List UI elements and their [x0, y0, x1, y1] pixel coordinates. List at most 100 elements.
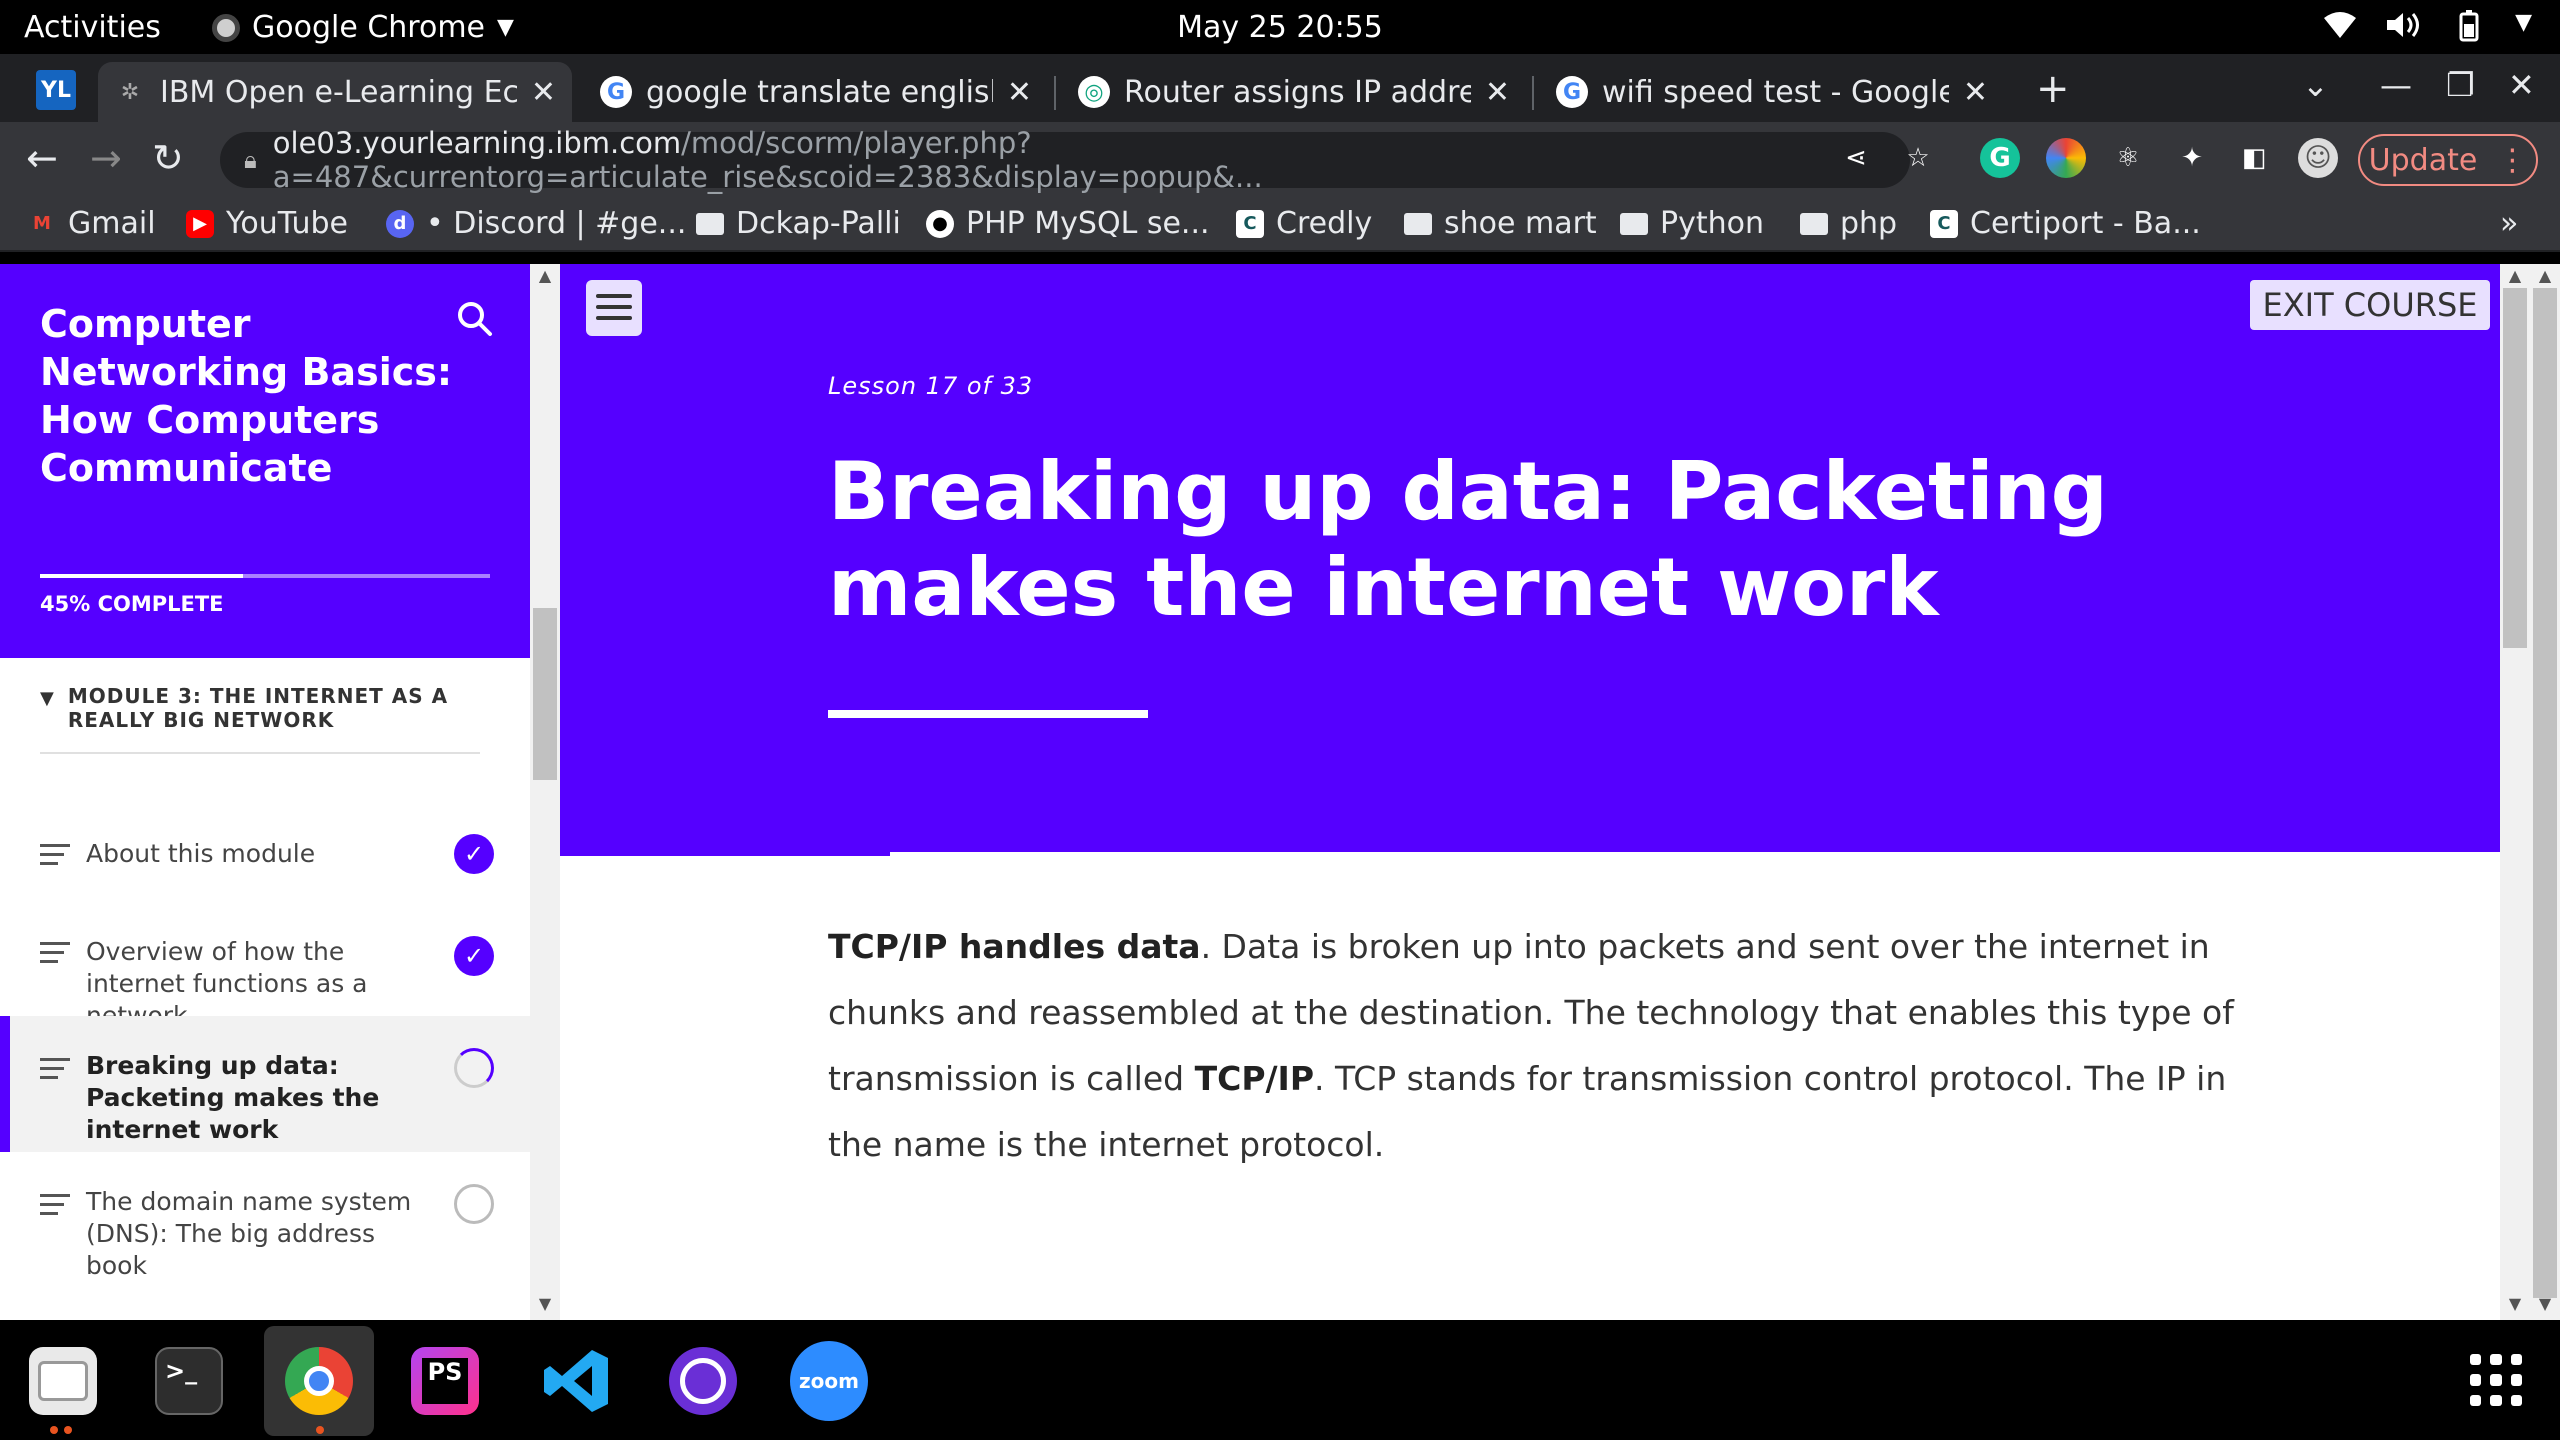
scrollbar-thumb[interactable] — [2533, 288, 2557, 1298]
bookmark-shoe-mart[interactable]: shoe mart — [1404, 206, 1597, 241]
page-scrollbar[interactable]: ▲ ▼ — [2530, 264, 2560, 1320]
close-icon[interactable]: ✕ — [1007, 75, 1032, 110]
files-app[interactable] — [24, 1342, 102, 1420]
profile-avatar[interactable]: ☺ — [2298, 138, 2338, 178]
chrome-app[interactable] — [264, 1326, 374, 1436]
google-icon: G — [1556, 76, 1588, 108]
lesson-hero: EXIT COURSE Lesson 17 of 33 Breaking up … — [560, 264, 2500, 852]
lesson-counter: Lesson 17 of 33 — [828, 372, 1034, 400]
bookmark-python[interactable]: Python — [1620, 206, 1764, 241]
tab-label: wifi speed test - Google S — [1602, 74, 1949, 110]
running-indicator — [64, 1426, 72, 1434]
scrollbar-thumb[interactable] — [2503, 288, 2527, 648]
close-icon[interactable]: ✕ — [1485, 75, 1510, 110]
scrollbar-thumb[interactable] — [533, 608, 557, 780]
vscode-icon — [544, 1350, 608, 1412]
lesson-item-breaking-up-data[interactable]: Breaking up data: Packeting makes the in… — [0, 1016, 530, 1152]
bookmark-php-mysql[interactable]: ● PHP MySQL se... — [926, 206, 1210, 241]
bookmark-dckap-palli[interactable]: Dckap-Palli — [696, 206, 901, 241]
share-icon[interactable]: ⋖ — [1836, 138, 1876, 178]
tab-google-translate[interactable]: G google translate english t ✕ — [584, 62, 1048, 122]
caret-down-icon: ▼ — [40, 688, 54, 709]
lesson-label: Breaking up data: Packeting makes the in… — [86, 1051, 380, 1144]
address-bar[interactable]: 🔒︎ ole03.yourlearning.ibm.com/mod/scorm/… — [220, 126, 1910, 194]
terminal-icon: >_ — [155, 1347, 223, 1415]
scroll-down-icon[interactable]: ▼ — [2500, 1294, 2530, 1313]
yourlearning-icon[interactable]: YL — [36, 70, 76, 110]
scroll-down-icon[interactable]: ▼ — [2530, 1294, 2560, 1313]
bookmark-gmail[interactable]: M Gmail — [28, 206, 156, 241]
battery-icon — [2459, 10, 2479, 42]
activities-button[interactable]: Activities — [24, 10, 161, 45]
scroll-up-icon[interactable]: ▲ — [2530, 266, 2560, 285]
side-panel-icon[interactable]: ◧ — [2234, 138, 2274, 178]
forward-icon[interactable]: → — [90, 136, 122, 180]
course-progress-fill — [40, 574, 243, 578]
scroll-up-icon[interactable]: ▲ — [530, 266, 560, 285]
screen-recorder-app[interactable] — [664, 1342, 742, 1420]
update-button[interactable]: Update ⋮ — [2358, 134, 2538, 186]
grammarly-icon[interactable]: G — [1980, 138, 2020, 178]
minimize-icon[interactable]: — — [2380, 66, 2412, 104]
medium-icon: ● — [926, 209, 954, 238]
system-tray[interactable]: ▼ — [2323, 10, 2532, 42]
bookmark-certiport[interactable]: C Certiport - Ba... — [1930, 206, 2201, 241]
lesson-label: The domain name system (DNS): The big ad… — [86, 1187, 412, 1280]
phpstorm-app[interactable]: PS — [406, 1342, 484, 1420]
chrome-icon — [285, 1347, 353, 1415]
close-window-icon[interactable]: ✕ — [2508, 66, 2535, 104]
tab-search-chevron-icon[interactable]: ⌄ — [2302, 66, 2329, 104]
vscode-app[interactable] — [538, 1342, 616, 1420]
back-icon[interactable]: ← — [26, 136, 58, 180]
folder-icon — [696, 212, 724, 235]
react-devtools-icon[interactable]: ⚛ — [2108, 138, 2148, 178]
wifi-icon — [2324, 12, 2357, 38]
bookmark-php[interactable]: php — [1800, 206, 1897, 241]
lesson-item-overview[interactable]: Overview of how the internet functions a… — [0, 906, 530, 1030]
browser-tab-strip: YL ✲ IBM Open e-Learning Eco ✕ G google … — [0, 54, 2560, 122]
ibm-tab-icon: ✲ — [120, 79, 140, 105]
show-apps-grid-icon[interactable] — [2470, 1354, 2522, 1406]
tab-ibm-elearning[interactable]: ✲ IBM Open e-Learning Eco ✕ — [98, 62, 572, 122]
lesson-item-dns[interactable]: The domain name system (DNS): The big ad… — [0, 1152, 530, 1288]
tab-router-ip[interactable]: ◎ Router assigns IP address ✕ — [1062, 62, 1526, 122]
chevron-down-icon: ▼ — [497, 15, 514, 40]
close-icon[interactable]: ✕ — [1963, 75, 1988, 110]
close-icon[interactable]: ✕ — [531, 75, 556, 110]
app-menu[interactable]: Google Chrome ▼ — [212, 10, 514, 45]
scroll-down-icon[interactable]: ▼ — [530, 1294, 560, 1313]
reload-icon[interactable]: ↻ — [152, 136, 184, 180]
zoom-app[interactable]: zoom — [790, 1341, 868, 1421]
bookmark-star-icon[interactable]: ☆ — [1898, 138, 1938, 178]
zoom-icon: zoom — [790, 1341, 868, 1421]
lesson-text-icon — [40, 838, 70, 871]
tab-wifi-speed-test[interactable]: G wifi speed test - Google S ✕ — [1540, 62, 2004, 122]
app-name: Google Chrome — [252, 10, 485, 45]
extensions-icon[interactable]: ✦ — [2172, 138, 2212, 178]
exit-course-button[interactable]: EXIT COURSE — [2250, 280, 2490, 330]
phpstorm-label: PS — [422, 1358, 468, 1404]
scroll-up-icon[interactable]: ▲ — [2500, 266, 2530, 285]
sidebar-header: Computer Networking Basics: How Computer… — [0, 264, 530, 658]
check-icon: ✓ — [454, 834, 494, 874]
lesson-text-icon — [40, 936, 70, 969]
bookmark-label: Python — [1660, 206, 1764, 241]
bold-text: TCP/IP handles data — [828, 927, 1201, 966]
course-title: Computer Networking Basics: How Computer… — [40, 302, 453, 490]
bookmark-credly[interactable]: C Credly — [1236, 206, 1372, 241]
bookmark-discord[interactable]: d • Discord | #ge... — [386, 206, 686, 241]
new-tab-button[interactable]: + — [2036, 66, 2070, 112]
lesson-scrollbar[interactable]: ▲ ▼ — [2500, 264, 2530, 1320]
bookmark-youtube[interactable]: ▶ YouTube — [186, 206, 348, 241]
lesson-item-about-module[interactable]: About this module ✓ — [0, 802, 530, 906]
hamburger-menu-icon[interactable] — [586, 280, 642, 336]
color-picker-icon[interactable] — [2046, 138, 2086, 178]
terminal-app[interactable]: >_ — [150, 1342, 228, 1420]
restore-icon[interactable]: ❐ — [2446, 66, 2475, 104]
sidebar-scrollbar[interactable]: ▲ ▼ — [530, 264, 560, 1320]
youtube-icon: ▶ — [186, 209, 214, 238]
more-bookmarks-icon[interactable]: » — [2500, 206, 2518, 241]
search-icon[interactable] — [454, 298, 494, 338]
module-header[interactable]: ▼ MODULE 3: THE INTERNET AS A REALLY BIG… — [40, 684, 480, 754]
folder-icon — [1800, 212, 1828, 235]
